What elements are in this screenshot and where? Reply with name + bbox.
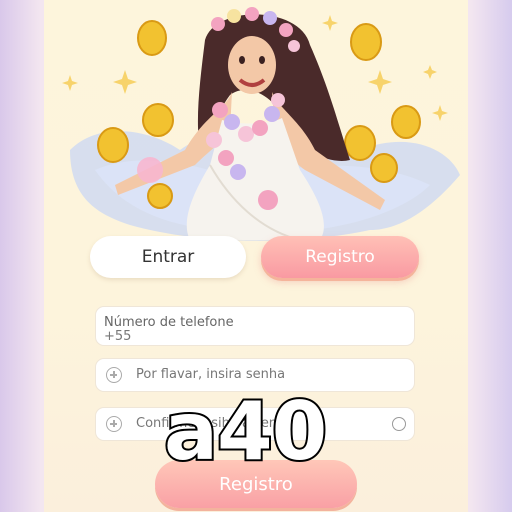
- phone-prefix: +55: [104, 329, 132, 344]
- phone-field[interactable]: Número de telefone +55: [95, 306, 415, 346]
- tab-login-label: Entrar: [141, 247, 195, 267]
- phone-label: Número de telefone: [104, 315, 234, 330]
- lock-icon: [106, 367, 122, 383]
- password-placeholder: Por flavar, insira senha: [136, 367, 286, 382]
- tab-login[interactable]: Entrar: [90, 236, 246, 278]
- tab-register-label: Registro: [305, 247, 375, 267]
- lock-icon: [106, 416, 122, 432]
- overlay-text: a40: [162, 385, 329, 478]
- eye-toggle-icon[interactable]: [392, 417, 406, 431]
- tab-register[interactable]: Registro: [261, 236, 419, 278]
- hero-illustration: [62, 7, 460, 241]
